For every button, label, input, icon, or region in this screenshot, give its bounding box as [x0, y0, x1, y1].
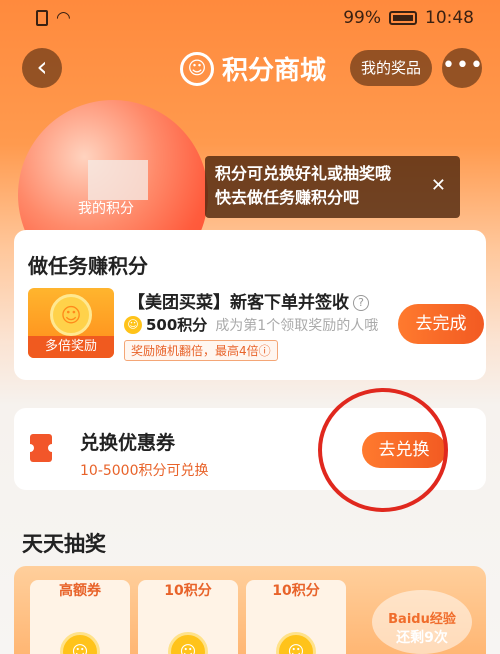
- close-icon[interactable]: ✕: [431, 174, 446, 198]
- task-points: ☺ 500积分 成为第1个领取奖励的人哦: [124, 314, 378, 335]
- back-icon: ‹: [36, 50, 48, 83]
- coupon-title: 兑换优惠券: [80, 432, 176, 454]
- page-title: ☺ 积分商城: [180, 50, 326, 87]
- task-thumbnail: ☺ 多倍奖励: [28, 288, 114, 358]
- tooltip-line-2: 快去做任务赚积分吧: [215, 188, 360, 207]
- points-coin-icon: ☺: [124, 315, 142, 334]
- coin-icon: ☺: [50, 294, 92, 336]
- task-heading: 做任务赚积分: [28, 254, 148, 278]
- points-label: 我的积分: [78, 201, 134, 217]
- red-circle-annotation: [318, 388, 448, 512]
- clock: 10:48: [425, 8, 474, 28]
- coupon-subtitle: 10-5000积分可兑换: [80, 463, 209, 479]
- prize-label: 10积分: [164, 583, 212, 599]
- coin-icon: ☺: [168, 632, 208, 654]
- battery-percent: 99%: [343, 8, 381, 28]
- remaining-count: 还剩9次: [396, 630, 448, 646]
- coupon-icon: [26, 434, 56, 462]
- coin-icon: ☺: [276, 632, 316, 654]
- battery-icon: [389, 11, 417, 25]
- back-button[interactable]: ‹: [22, 48, 62, 88]
- prize-label: 高额券: [59, 583, 101, 599]
- task-card: 做任务赚积分 ☺ 多倍奖励 【美团买菜】新客下单并签收? ☺ 500积分 成为第…: [14, 230, 486, 380]
- sim-icon: [36, 10, 48, 26]
- prize-label: 10积分: [272, 583, 320, 599]
- multi-reward-tag: 多倍奖励: [28, 336, 114, 358]
- more-icon[interactable]: •••: [442, 48, 483, 88]
- complete-task-button[interactable]: 去完成: [398, 304, 484, 344]
- points-value: 500积分: [146, 316, 208, 334]
- task-title: 【美团买菜】新客下单并签收?: [128, 288, 369, 313]
- tooltip-line-1: 积分可兑换好礼或抽奖哦: [215, 164, 392, 183]
- bonus-badge: 奖励随机翻倍，最高4倍ⓘ: [124, 340, 278, 361]
- watermark: Baidu经验: [388, 612, 456, 627]
- prize-slot[interactable]: 10积分 ☺: [246, 580, 346, 654]
- wifi-icon: ◠: [56, 8, 71, 28]
- hint-tooltip: 积分可兑换好礼或抽奖哦 快去做任务赚积分吧 ✕: [205, 156, 460, 218]
- help-icon[interactable]: ?: [353, 295, 369, 311]
- coin-icon: ☺: [60, 632, 100, 654]
- prize-slot[interactable]: 10积分 ☺: [138, 580, 238, 654]
- my-prizes-button[interactable]: 我的奖品: [350, 50, 432, 86]
- blurred-points-value: [88, 160, 148, 200]
- meituan-logo-icon: ☺: [180, 51, 214, 86]
- remaining-draws: Baidu经验 还剩9次: [372, 590, 472, 654]
- points-hint: 成为第1个领取奖励的人哦: [215, 317, 379, 334]
- top-nav: ‹ ☺ 积分商城 我的奖品 •••: [0, 44, 500, 94]
- prize-slot[interactable]: 高额券 ☺: [30, 580, 130, 654]
- page-title-text: 积分商城: [222, 56, 327, 86]
- task-title-text: 【美团买菜】新客下单并签收: [128, 293, 349, 313]
- status-bar: ◠ 99% 10:48: [0, 0, 500, 36]
- lottery-heading: 天天抽奖: [22, 532, 106, 556]
